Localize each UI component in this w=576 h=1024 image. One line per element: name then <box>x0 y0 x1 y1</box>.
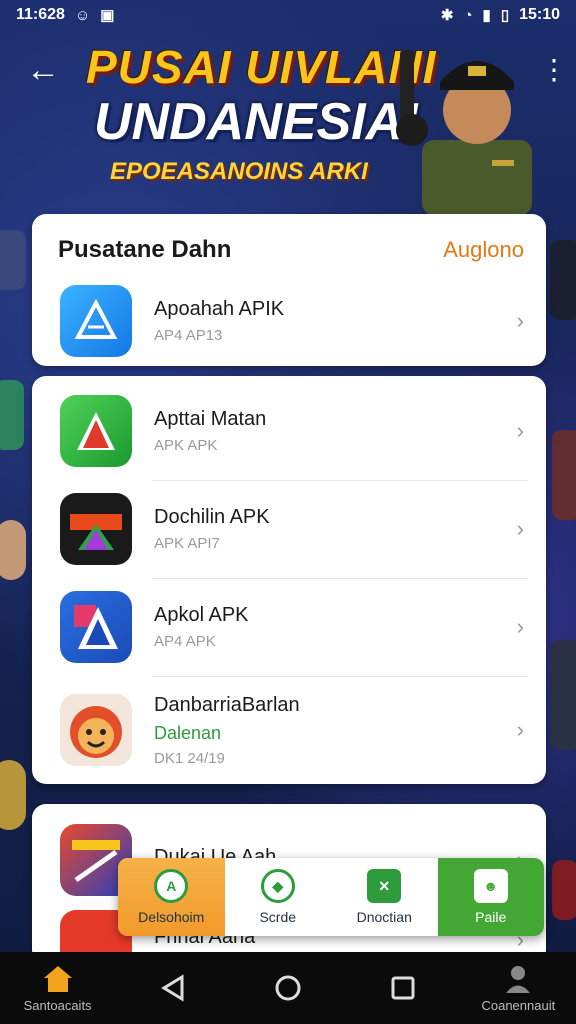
blue-a-icon <box>60 285 132 357</box>
back-triangle-icon <box>160 974 184 1002</box>
chevron-right-icon: › <box>516 614 524 639</box>
person-icon <box>506 965 531 993</box>
more-vertical-icon: ⋮ <box>540 54 568 85</box>
app-row-danbarria[interactable]: DanbarriaBarlan Dalenan DK1 24/19 › <box>32 676 546 784</box>
home-circle-button[interactable] <box>238 974 338 1002</box>
tab-label: Paile <box>475 909 507 925</box>
side-tile-right-2 <box>552 430 576 520</box>
system-nav-bar: Santoacaits Coanennauit <box>0 952 576 1024</box>
tab-scrde[interactable]: ◆ Scrde <box>225 858 332 936</box>
green-a-icon <box>60 395 132 467</box>
profile-nav-button[interactable]: Coanennauit <box>468 964 568 1013</box>
side-tile-right-3 <box>550 640 576 750</box>
side-tile-left-4 <box>0 760 26 830</box>
app-row-apkol[interactable]: Apkol APK AP4 APK › <box>32 578 546 676</box>
app-version: AP4 AP13 <box>154 327 223 344</box>
chart-icon: ✕ <box>367 869 402 903</box>
app-name: Apkol APK <box>154 604 249 626</box>
promo-banner: ← PUSAI UIVLANI UNDANESIAI EPOEASANOINS … <box>0 30 576 215</box>
app-row-dochilin[interactable]: Dochilin APK APK API7 › <box>32 480 546 578</box>
chevron-right-icon: › <box>516 516 524 541</box>
a-circle-icon: A <box>154 869 189 903</box>
recents-nav-button[interactable] <box>353 975 453 1001</box>
people-icon: ☻ <box>473 869 508 903</box>
banner-tagline: EPOEASANOINS ARKI <box>110 158 368 185</box>
banner-subtitle: UNDANESIAI <box>94 93 418 151</box>
shield-icon: ◆ <box>260 869 295 903</box>
gallery-icon: ▣ <box>100 7 115 24</box>
app-version: DK1 24/19 <box>154 749 225 767</box>
app-name: Dochilin APK <box>154 506 270 528</box>
app-name: Apttai Matan <box>154 408 267 430</box>
chevron-right-icon: › <box>516 308 524 333</box>
tab-dnoctian[interactable]: ✕ Dnoctian <box>331 858 438 936</box>
app-row-apttai[interactable]: Apttai Matan APK APK › <box>32 382 546 480</box>
profile-label: Coanennauit <box>481 997 556 1013</box>
side-tile-left-1 <box>0 230 26 290</box>
tab-paile[interactable]: ☻ Paile <box>437 858 544 936</box>
app-developer: Dalenan <box>154 722 222 743</box>
soldier-illustration <box>396 50 532 215</box>
app-version: AP4 APK <box>154 633 216 650</box>
app-row-apoahah[interactable]: Apoahah APIK AP4 AP13 › <box>32 284 546 358</box>
app-version: APK APK <box>154 437 218 454</box>
status-time: 11:628 <box>16 6 65 23</box>
tab-label: Scrde <box>259 909 297 925</box>
floating-tab-bar: A Delsohoim ◆ Scrde ✕ Dnoctian ☻ Paile <box>118 858 544 936</box>
colorful-a-icon <box>60 591 132 663</box>
app-version: APK API7 <box>154 535 220 552</box>
app-name: DanbarriaBarlan <box>154 693 300 716</box>
tab-label: Dnoctian <box>356 909 412 925</box>
back-arrow-icon: ← <box>26 51 60 89</box>
side-tile-left-3 <box>0 520 26 580</box>
tab-label: Delsohoim <box>138 909 205 925</box>
section-title: Pusatane Dahn <box>58 236 232 263</box>
battery-icon: ▯ <box>500 7 510 24</box>
notification-icon: ☺ <box>74 6 91 24</box>
tab-delsohoim[interactable]: A Delsohoim <box>118 858 225 936</box>
app-name: Apoahah APIK <box>154 298 285 320</box>
home-nav-button[interactable]: Santoacaits <box>8 964 108 1013</box>
bluetooth-icon: ✱ <box>440 7 454 24</box>
status-bar: 11:628 ☺ ▣ ✱ ◔ ▮ ▯ 15:10 <box>0 0 576 30</box>
see-all-link[interactable]: Auglono <box>443 237 524 263</box>
side-tile-right-1 <box>550 240 576 320</box>
nioca-icon <box>60 493 132 565</box>
recents-square-icon <box>391 976 415 1000</box>
side-tile-left-2 <box>0 380 24 450</box>
home-circle-icon <box>275 975 301 1001</box>
app-list-card: Apttai Matan APK APK › Dochilin APK APK … <box>32 376 546 784</box>
back-nav-button[interactable] <box>123 974 223 1002</box>
home-label: Santoacaits <box>23 997 92 1013</box>
chevron-right-icon: › <box>516 717 524 742</box>
featured-header: Pusatane Dahn Auglono <box>32 214 546 286</box>
signal-icon: ▮ <box>482 7 491 24</box>
mascot-icon <box>60 694 132 766</box>
home-icon <box>43 965 72 992</box>
back-button[interactable]: ← <box>26 50 66 90</box>
status-clock: 15:10 <box>519 6 560 23</box>
chevron-right-icon: › <box>516 418 524 443</box>
wifi-icon: ◔ <box>463 6 473 24</box>
more-options-button[interactable]: ⋮ <box>540 52 568 88</box>
featured-card: Pusatane Dahn Auglono Apoahah APIK AP4 A… <box>32 214 546 366</box>
side-tile-right-4 <box>552 860 576 920</box>
